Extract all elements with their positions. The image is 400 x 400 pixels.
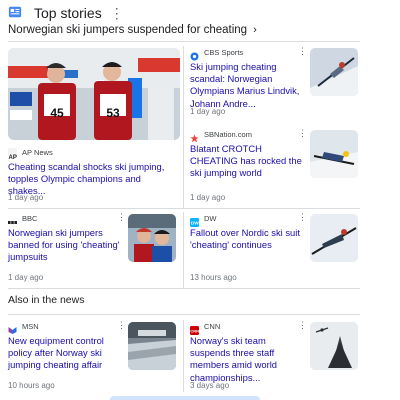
source-name: MSN bbox=[22, 321, 39, 331]
story-headline[interactable]: Norway's ski team suspends three staff m… bbox=[190, 335, 308, 384]
newspaper-icon bbox=[8, 5, 24, 21]
story-time: 3 days ago bbox=[190, 381, 230, 390]
bib-53: 53 bbox=[106, 106, 120, 120]
svg-text:DW: DW bbox=[191, 220, 199, 226]
top-stories-title: Top stories bbox=[34, 5, 102, 21]
story-card-cnn[interactable]: CNN CNN Norway's ski team suspends three… bbox=[190, 320, 308, 394]
source-name: AP News bbox=[22, 147, 53, 157]
story-card-sbnation[interactable]: SBNation.com Blatant CROTCH CHEATING has… bbox=[190, 128, 308, 204]
more-options-icon[interactable]: ⋮ bbox=[117, 320, 126, 331]
story-card-ap[interactable]: AP AP News Cheating scandal shocks ski j… bbox=[8, 146, 180, 204]
also-in-the-news-title: Also in the news bbox=[8, 294, 85, 306]
more-options-icon[interactable]: ⋮ bbox=[110, 6, 124, 20]
source-name: CNN bbox=[204, 321, 221, 331]
ski-jumper-thumbnail[interactable] bbox=[310, 48, 358, 96]
dw-icon: DW bbox=[190, 214, 199, 227]
story-headline[interactable]: Ski jumping cheating scandal: Norwegian … bbox=[190, 61, 308, 110]
bbc-icon bbox=[8, 214, 17, 224]
source-name: DW bbox=[204, 213, 217, 223]
more-options-icon[interactable]: ⋮ bbox=[298, 46, 307, 57]
story-card-dw[interactable]: DW DW Fallout over Nordic ski suit 'chea… bbox=[190, 212, 308, 286]
divider bbox=[8, 208, 360, 209]
ski-venue-thumbnail[interactable] bbox=[128, 322, 176, 370]
story-time: 1 day ago bbox=[190, 193, 226, 202]
ap-news-icon: AP bbox=[8, 147, 17, 161]
ski-jumpers-thumbnail[interactable] bbox=[128, 214, 176, 262]
story-time: 1 day ago bbox=[8, 273, 44, 282]
bib-45: 45 bbox=[50, 106, 64, 120]
more-news-button[interactable] bbox=[110, 396, 260, 400]
divider bbox=[183, 46, 184, 208]
ap-news-image[interactable]: 45 53 bbox=[8, 48, 180, 140]
cnn-icon: CNN bbox=[190, 322, 199, 335]
more-options-icon[interactable]: ⋮ bbox=[298, 212, 307, 223]
divider bbox=[183, 320, 184, 392]
topic-link[interactable]: Norwegian ski jumpers suspended for chea… bbox=[8, 22, 257, 38]
svg-text:AP: AP bbox=[9, 155, 17, 161]
top-stories-header: Top stories ⋮ bbox=[8, 4, 392, 22]
story-time: 10 hours ago bbox=[8, 381, 55, 390]
topic-label: Norwegian ski jumpers suspended for chea… bbox=[8, 24, 248, 36]
story-headline[interactable]: Norwegian ski jumpers banned for using '… bbox=[8, 227, 126, 264]
ski-jumper-thumbnail[interactable] bbox=[310, 214, 358, 262]
divider bbox=[183, 212, 184, 288]
story-time: 13 hours ago bbox=[190, 273, 237, 282]
divider bbox=[8, 314, 360, 315]
story-headline[interactable]: Fallout over Nordic ski suit 'cheating' … bbox=[190, 227, 308, 251]
cbs-eye-icon bbox=[190, 48, 199, 60]
divider bbox=[8, 41, 360, 42]
sbnation-star-icon bbox=[190, 130, 199, 142]
svg-text:CNN: CNN bbox=[190, 328, 199, 333]
more-options-icon[interactable]: ⋮ bbox=[298, 128, 307, 139]
story-card-cbs[interactable]: CBS Sports Ski jumping cheating scandal:… bbox=[190, 46, 308, 120]
story-time: 1 day ago bbox=[190, 107, 226, 116]
story-time: 1 day ago bbox=[8, 193, 44, 202]
chevron-right-icon: › bbox=[253, 24, 257, 36]
source-name: SBNation.com bbox=[204, 129, 252, 139]
story-card-msn[interactable]: MSN New equipment control policy after N… bbox=[8, 320, 126, 394]
source-name: CBS Sports bbox=[204, 47, 244, 57]
source-name: BBC bbox=[22, 213, 38, 223]
more-options-icon[interactable]: ⋮ bbox=[298, 320, 307, 331]
ski-jumper-thumbnail[interactable] bbox=[310, 130, 358, 178]
divider bbox=[8, 288, 360, 289]
story-card-bbc[interactable]: BBC Norwegian ski jumpers banned for usi… bbox=[8, 212, 126, 286]
ski-jump-silhouette-thumbnail[interactable] bbox=[310, 322, 358, 370]
story-headline[interactable]: New equipment control policy after Norwa… bbox=[8, 335, 126, 372]
msn-butterfly-icon bbox=[8, 322, 17, 334]
more-options-icon[interactable]: ⋮ bbox=[117, 212, 126, 223]
story-headline[interactable]: Blatant CROTCH CHEATING has rocked the s… bbox=[190, 143, 308, 180]
